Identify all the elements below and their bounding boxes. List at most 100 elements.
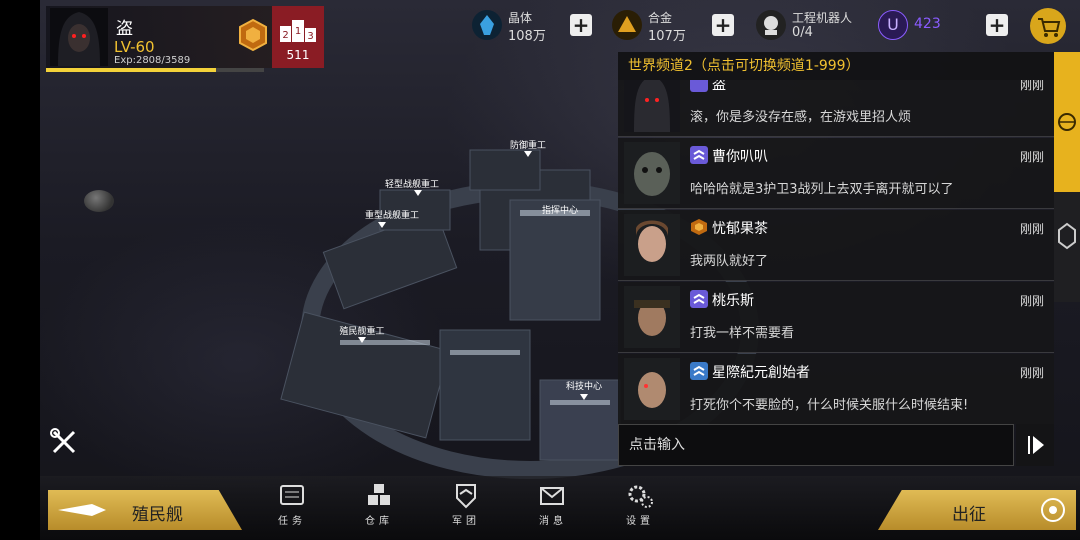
u-currency-icon: U <box>878 10 908 40</box>
chat-username[interactable]: 曹你叭叭 <box>712 146 768 166</box>
map-marker <box>524 151 532 157</box>
chat-username[interactable]: 忧郁果茶 <box>712 218 768 238</box>
chat-panel: 世界频道2（点击可切换频道1-999） 盗 刚刚 滚，你是多没存在感，在游戏里招… <box>618 52 1054 466</box>
chat-text: 我两队就好了 <box>690 254 769 269</box>
exp-bar <box>46 68 264 72</box>
rank-chevron-icon <box>690 146 708 164</box>
nav-label: 消息 <box>539 516 567 527</box>
chat-text: 打死你个不要脸的，什么时候关服什么时候结束! <box>690 398 969 413</box>
nav-label: 军团 <box>452 516 480 527</box>
user-avatar[interactable] <box>624 358 680 420</box>
podium-icon: 2 1 3 <box>280 20 316 42</box>
rank-chevron-icon <box>690 290 708 308</box>
messages-icon <box>540 487 564 505</box>
add-alloy-button[interactable]: + <box>712 14 734 36</box>
resource-crystal: 晶体 108万 <box>472 8 562 44</box>
resource-label: 合金 <box>648 11 673 25</box>
chat-username[interactable]: 桃乐斯 <box>712 290 754 310</box>
resource-alloy: 合金 107万 <box>612 8 702 44</box>
map-label-defense[interactable]: 防御重工 <box>510 138 546 151</box>
medal-icon[interactable] <box>236 18 270 52</box>
cart-icon <box>1038 18 1061 37</box>
chat-text: 哈哈哈就是3护卫3战列上去双手离开就可以了 <box>690 182 954 197</box>
target-icon <box>1041 498 1065 522</box>
map-label-tech[interactable]: 科技中心 <box>566 379 602 392</box>
user-avatar[interactable] <box>624 80 680 132</box>
nav-messages[interactable]: 消息 <box>518 482 588 532</box>
legion-icon <box>456 484 476 509</box>
ship-icon <box>58 504 106 516</box>
user-avatar[interactable] <box>624 286 680 348</box>
exp-bar-fill <box>46 68 217 72</box>
resource-value: 108万 <box>508 29 546 44</box>
svg-text:3: 3 <box>307 31 313 42</box>
add-crystal-button[interactable]: + <box>570 14 592 36</box>
nav-settings[interactable]: 设置 <box>605 482 675 532</box>
chat-time: 刚刚 <box>1019 80 1044 92</box>
deploy-button[interactable]: 出征 <box>878 490 1076 530</box>
rank-medal-icon <box>691 219 707 235</box>
hooded-avatar-icon <box>58 12 100 66</box>
deploy-label: 出征 <box>952 505 986 525</box>
user-avatar[interactable] <box>624 142 680 204</box>
rank-value: 511 <box>286 48 310 62</box>
chat-text: 滚，你是多没存在感，在游戏里招人烦 <box>690 110 912 125</box>
chat-time: 刚刚 <box>1019 366 1044 380</box>
nav-label: 仓库 <box>365 516 393 527</box>
chat-message: 桃乐斯 刚刚 打我一样不需要看 <box>618 282 1054 353</box>
chat-channel-selector[interactable]: 世界频道2（点击可切换频道1-999） <box>618 52 1054 80</box>
nav-warehouse[interactable]: 仓库 <box>344 482 414 532</box>
chat-tab-world[interactable] <box>1054 52 1080 192</box>
chat-message: 星際紀元創始者 刚刚 打死你个不要脸的，什么时候关服什么时候结束! <box>618 354 1054 424</box>
chat-text: 打我一样不需要看 <box>690 326 795 341</box>
resource-value: 0/4 <box>792 25 813 40</box>
resource-label: 工程机器人 <box>792 11 853 25</box>
resource-u-currency: U 423 <box>878 8 978 42</box>
chat-message: 盗 刚刚 滚，你是多没存在感，在游戏里招人烦 <box>618 80 1054 137</box>
resource-label: 晶体 <box>508 11 533 25</box>
svg-text:2: 2 <box>282 30 288 41</box>
tasks-icon <box>280 485 304 505</box>
nav-tasks[interactable]: 任务 <box>257 482 327 532</box>
chat-tab-legion[interactable] <box>1054 192 1080 302</box>
colony-ship-label: 殖民舰 <box>132 505 183 525</box>
rank-chevron-icon <box>690 80 708 92</box>
user-avatar[interactable] <box>624 214 680 276</box>
ranking-button[interactable]: 2 1 3 511 <box>272 6 324 68</box>
player-avatar[interactable] <box>50 8 108 66</box>
resource-value: 107万 <box>648 29 686 44</box>
nav-label: 任务 <box>278 516 306 527</box>
chat-time: 刚刚 <box>1019 294 1044 308</box>
chat-time: 刚刚 <box>1019 222 1044 236</box>
map-label-colony[interactable]: 殖民舰重工 <box>339 324 384 337</box>
chat-send-button[interactable] <box>1016 424 1054 466</box>
map-marker <box>580 394 588 400</box>
map-label-light-warship[interactable]: 轻型战舰重工 <box>385 177 439 190</box>
chat-message: 忧郁果茶 刚刚 我两队就好了 <box>618 210 1054 281</box>
rank-chevron-icon <box>690 362 708 380</box>
map-label-command[interactable]: 指挥中心 <box>542 203 578 216</box>
map-marker <box>378 222 386 228</box>
globe-icon <box>1058 113 1076 131</box>
add-u-currency-button[interactable]: + <box>986 14 1008 36</box>
map-marker <box>414 190 422 196</box>
alloy-icon <box>612 10 642 40</box>
tools-icon[interactable] <box>48 426 80 458</box>
settings-icon <box>628 485 653 508</box>
chat-username[interactable]: 盗 <box>712 80 726 94</box>
legion-icon <box>1058 222 1076 250</box>
nav-label: 设置 <box>626 516 654 527</box>
colony-ship-button[interactable]: 殖民舰 <box>48 490 242 530</box>
shop-cart-button[interactable] <box>1030 8 1066 44</box>
chat-time: 刚刚 <box>1019 150 1044 164</box>
chat-message-list[interactable]: 盗 刚刚 滚，你是多没存在感，在游戏里招人烦 曹你叭叭 刚刚 哈哈哈就是3护卫3… <box>618 80 1054 424</box>
chat-input[interactable]: 点击输入 <box>618 424 1014 466</box>
send-icon <box>1028 436 1044 454</box>
map-label-heavy-warship[interactable]: 重型战舰重工 <box>365 208 419 221</box>
chat-username[interactable]: 星際紀元創始者 <box>712 362 810 382</box>
player-panel[interactable]: 盗 LV-60 Exp:2808/3589 2 1 3 511 <box>46 6 324 72</box>
resource-value: 423 <box>914 16 941 32</box>
nav-legion[interactable]: 军团 <box>431 482 501 532</box>
player-exp: Exp:2808/3589 <box>114 55 191 66</box>
chat-message: 曹你叭叭 刚刚 哈哈哈就是3护卫3战列上去双手离开就可以了 <box>618 138 1054 209</box>
